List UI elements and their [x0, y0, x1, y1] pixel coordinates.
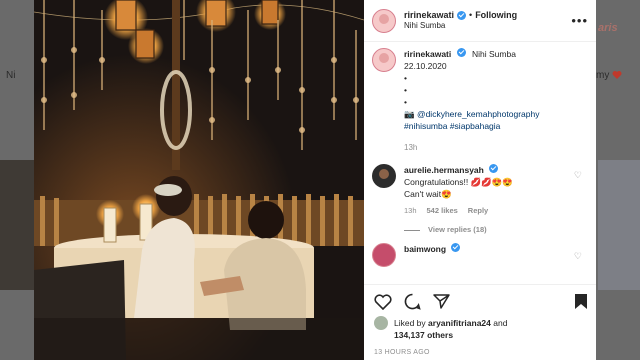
verified-icon [489, 163, 499, 173]
caption-timestamp: 13h [404, 143, 418, 153]
post-photo[interactable] [34, 0, 364, 360]
backdrop-right-thumbnail [598, 160, 640, 290]
share-paper-plane-icon[interactable] [433, 293, 450, 310]
comment-item: aurelie.hermansyah Congratulations!! 💋💋😍… [364, 154, 596, 236]
commenter-username[interactable]: aurelie.hermansyah [404, 165, 484, 175]
bookmark-icon[interactable] [574, 293, 588, 310]
caption-dot: • [404, 97, 407, 108]
hashtags-link[interactable]: #nihisumba #siapbahagia [404, 120, 539, 132]
caption: ririnekawati Nihi Sumba 22.10.2020 • • •… [364, 42, 596, 154]
following-button[interactable]: Following [475, 10, 517, 21]
backdrop-right-text: my [596, 70, 610, 81]
caption-dot: • [404, 73, 407, 84]
caption-date: 22.10.2020 [404, 61, 447, 72]
liked-by-row: Liked by aryanifitriana24 and [364, 310, 596, 330]
backdrop-brand-text: aris [598, 22, 618, 34]
comment-like-heart-icon[interactable]: ♡ [574, 251, 582, 262]
post-side-panel: ririnekawati • Following Nihi Sumba ••• … [364, 0, 596, 360]
comment-bubble-icon[interactable] [404, 293, 421, 310]
comment-text: Can't wait😍 [404, 188, 452, 199]
location-link[interactable]: Nihi Sumba [404, 21, 517, 31]
backdrop-heart-icon [612, 71, 622, 79]
comment-likes[interactable]: 542 likes [427, 206, 458, 217]
liked-by-avatar[interactable] [374, 316, 388, 330]
post-timestamp: 13 HOURS AGO [374, 349, 430, 357]
comment-age: 13h [404, 206, 417, 216]
verified-icon [451, 243, 461, 253]
commenter-avatar[interactable] [372, 163, 396, 188]
liked-by-and: and [493, 318, 508, 328]
caption-location[interactable]: Nihi Sumba [472, 49, 516, 59]
likes-count-link[interactable]: 134,137 others [394, 330, 453, 340]
photographer-credit-link[interactable]: 📷 @dickyhere_kemahphotography [404, 108, 539, 120]
caption-username[interactable]: ririnekawati [404, 49, 451, 59]
comment-item: baimwong ♡ [364, 235, 596, 268]
post-actions: Liked by aryanifitriana24 and 134,137 ot… [364, 284, 596, 360]
verified-icon [456, 48, 466, 57]
username-link[interactable]: ririnekawati [404, 10, 454, 21]
post-modal: ririnekawati • Following Nihi Sumba ••• … [34, 0, 596, 360]
separator-dot: • [469, 9, 473, 20]
verified-icon [457, 11, 467, 20]
commenter-avatar[interactable] [372, 243, 396, 268]
view-replies-button[interactable]: View replies (18) [404, 225, 513, 236]
more-options-icon[interactable]: ••• [571, 13, 588, 28]
post-header: ririnekawati • Following Nihi Sumba ••• [364, 0, 596, 42]
caption-dot: • [404, 85, 407, 96]
reply-button[interactable]: Reply [468, 206, 488, 217]
like-heart-icon[interactable] [374, 293, 392, 310]
backdrop-left-thumbnail [0, 160, 34, 290]
commenter-username[interactable]: baimwong [404, 244, 446, 254]
comment-like-heart-icon[interactable]: ♡ [574, 170, 582, 181]
comment-text: Congratulations!! 💋💋😍😍 [404, 176, 513, 187]
liked-by-user-link[interactable]: aryanifitriana24 [428, 318, 491, 328]
photo-illustration [34, 0, 364, 360]
avatar[interactable] [372, 8, 396, 33]
backdrop-left-text: Ni [6, 70, 16, 81]
liked-by-prefix: Liked by [394, 318, 426, 328]
caption-avatar[interactable] [372, 48, 396, 72]
